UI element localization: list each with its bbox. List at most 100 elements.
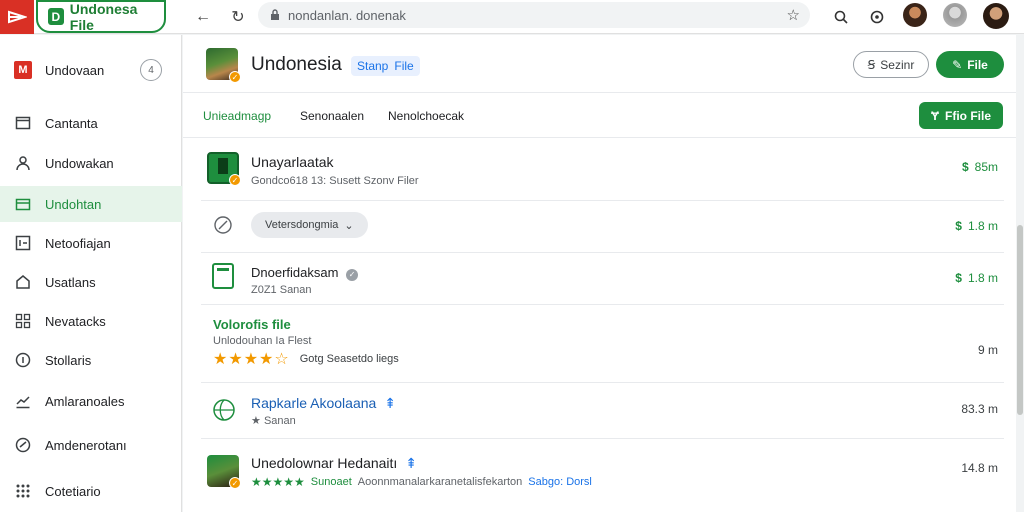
item-title-text: Unedolownar Hedanaitı	[251, 455, 398, 471]
profile-avatar-2[interactable]	[943, 3, 967, 27]
download-arrow-icon: Ɏ	[930, 108, 939, 123]
sidebar-header[interactable]: M Undovaan 4	[0, 55, 182, 85]
grid-icon	[14, 312, 32, 330]
bookmark-star-icon[interactable]: ☆	[787, 6, 800, 24]
secondary-button-label: Sezinr	[880, 57, 915, 72]
edit-icon: ✎	[952, 57, 963, 72]
account-avatar[interactable]	[983, 3, 1009, 29]
list-item[interactable]: Rapkarle Akoolaana ⇞ ★ Sanan 83.3 m	[201, 383, 1004, 439]
list-icon	[14, 234, 32, 252]
list-item[interactable]: Volorofis file Unlodouhan Ia Flest ★★★★☆…	[201, 305, 1004, 383]
scrollbar[interactable]	[1016, 35, 1024, 512]
lock-icon	[271, 9, 279, 20]
sidebar-item-4[interactable]: Usatlans	[0, 264, 182, 300]
item-title-text: Rapkarle Akoolaana	[251, 395, 377, 411]
document-icon	[212, 263, 234, 289]
list-item[interactable]: ✓ Unayarlaatak Gondco618 13: Susett Szon…	[201, 139, 1004, 201]
subtitle-tag: Sunoaet	[310, 476, 352, 488]
item-subtitle: Gondco618 13: Susett Szonv Filer	[251, 175, 419, 187]
sidebar-item-1[interactable]: Undowakan	[0, 145, 182, 181]
reload-button[interactable]: ↻	[225, 4, 251, 30]
rating-text: Gotg Seasetdo liegs	[299, 353, 399, 365]
sidebar-item-label: Cotetiario	[45, 483, 101, 499]
action-file-button[interactable]: Ɏ Ffio File	[919, 102, 1003, 129]
arrow-left-icon: ←	[195, 8, 211, 25]
item-title: Unayarlaatak	[251, 154, 334, 170]
subtitle-text: Aoonnmanalarkaranetalisfekarton	[357, 476, 523, 488]
verified-badge-icon: ✓	[229, 174, 241, 186]
list-item[interactable]: Vetersdongmia ⌄ $1.8 m	[201, 201, 1004, 253]
filter-dropdown[interactable]: Vetersdongmia ⌄	[251, 212, 368, 238]
folder-icon	[14, 114, 32, 132]
item-title: Unedolownar Hedanaitı ⇞	[251, 455, 417, 472]
list-item[interactable]: Dnoerfidaksam ✓ Z0Z1 Sanan $1.8 m	[201, 253, 1004, 305]
back-button[interactable]: ←	[190, 4, 216, 30]
sidebar-item-9[interactable]: Cotetiario	[0, 473, 182, 509]
user-icon	[14, 154, 32, 172]
chip-label-a: Stanp	[357, 59, 389, 73]
sidebar-item-5[interactable]: Nevatacks	[0, 303, 182, 339]
tab-title: Undonesa File	[69, 0, 138, 33]
extension-button[interactable]	[864, 4, 890, 30]
app-logo[interactable]	[0, 0, 34, 34]
file-button-label: File	[967, 57, 988, 72]
sidebar-item-0[interactable]: Cantanta	[0, 105, 182, 141]
sub-navigation: Unieadmagp Senonaalen Nenolchoecak Ɏ Ffi…	[183, 94, 1016, 138]
tab-0[interactable]: Unieadmagp	[203, 109, 271, 123]
sidebar-item-7[interactable]: Amlaranoales	[0, 383, 182, 419]
outline-button-icon: Ꞩ	[867, 57, 876, 72]
send-icon	[14, 436, 32, 454]
item-subtitle: Z0Z1 Sanan	[251, 284, 312, 296]
star-rating-icon: ★★★★★	[251, 475, 305, 489]
sidebar-item-8[interactable]: Amdenerotanı	[0, 427, 182, 463]
tab-2[interactable]: Nenolchoecak	[388, 109, 464, 123]
download-size-icon: $	[955, 271, 962, 285]
pin-icon: ⇞	[405, 455, 417, 471]
item-size-value: 1.8 m	[967, 219, 998, 233]
browser-tab[interactable]: D Undonesa File	[36, 0, 166, 33]
brand-logo-icon	[8, 10, 27, 24]
sidebar-item-label: Usatlans	[45, 274, 96, 290]
sidebar: M Undovaan 4 Cantanta Undowakan Undohtan…	[0, 35, 182, 512]
tab-favicon: D	[48, 8, 64, 25]
sidebar-logo-icon: M	[14, 61, 32, 79]
item-subtitle-text: Sanan	[263, 415, 296, 427]
browser-toolbar: D Undonesa File ← ↻ nondanlan. donenak ☆	[0, 0, 1024, 34]
check-circle-icon: ✓	[346, 269, 359, 281]
download-size-icon: $	[961, 160, 969, 174]
sidebar-item-3[interactable]: Netoofiajan	[0, 225, 182, 261]
item-title: Rapkarle Akoolaana ⇞	[251, 395, 396, 412]
sidebar-header-label: Undovaan	[45, 62, 105, 78]
profile-avatar-1[interactable]	[903, 3, 927, 27]
scrollbar-thumb[interactable]	[1017, 225, 1023, 415]
item-size: 83.3 m	[961, 402, 998, 416]
item-size-value: 1.8 m	[967, 271, 998, 285]
secondary-button[interactable]: Ꞩ Sezinr	[853, 51, 929, 78]
item-title: Volorofis file	[213, 317, 291, 332]
list-item[interactable]: ✓ Unedolownar Hedanaitı ⇞ ★★★★★ Sunoaet …	[201, 439, 1004, 505]
dropdown-label: Vetersdongmia	[265, 219, 339, 231]
sidebar-item-label: Undowakan	[45, 155, 114, 171]
sidebar-item-label: Stollaris	[45, 352, 92, 368]
item-subtitle: Unlodouhan Ia Flest	[213, 335, 312, 347]
verified-badge-icon: ✓	[229, 477, 241, 489]
sidebar-item-label: Netoofiajan	[45, 235, 111, 251]
subtitle-link[interactable]: Sabgo: Dorsl	[528, 476, 592, 488]
sidebar-item-label: Amdenerotanı	[45, 437, 127, 453]
address-bar[interactable]: nondanlan. donenak ☆	[258, 2, 810, 28]
search-icon	[834, 10, 848, 24]
item-size: 14.8 m	[961, 461, 998, 475]
file-button[interactable]: ✎ File	[936, 51, 1004, 78]
tab-1[interactable]: Senonaalen	[300, 109, 364, 123]
item-size: $1.8 m	[955, 219, 998, 233]
page-title: Undonesia	[251, 54, 342, 75]
main-panel: ✓ Undonesia Stanp File Ꞩ Sezinr ✎ File U…	[183, 35, 1016, 512]
pin-icon: ⇞	[384, 395, 396, 411]
header-chip[interactable]: Stanp File	[351, 56, 420, 76]
sidebar-item-label: Cantanta	[45, 115, 98, 131]
sidebar-item-2[interactable]: Undohtan	[0, 186, 182, 222]
action-button-label: Ffio File	[945, 108, 991, 123]
search-button[interactable]	[828, 4, 854, 30]
chart-icon	[14, 392, 32, 410]
sidebar-item-6[interactable]: Stollaris	[0, 342, 182, 378]
